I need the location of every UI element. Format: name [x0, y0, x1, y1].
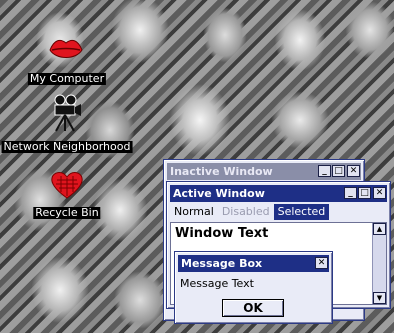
- inactive-window-titlebar[interactable]: Inactive Window _ □ ✕: [167, 163, 361, 180]
- inactive-window-title: Inactive Window: [170, 165, 273, 178]
- vertical-scrollbar[interactable]: ▲ ▼: [372, 223, 386, 304]
- red-lips-icon: [49, 39, 83, 58]
- message-text: Message Text: [180, 277, 254, 290]
- maximize-button[interactable]: □: [332, 165, 345, 177]
- red-heart-icon: [51, 172, 83, 199]
- desktop-icon-label: Network Neighborhood: [1, 140, 133, 153]
- desktop-icon-label: My Computer: [27, 72, 107, 85]
- message-box-title: Message Box: [181, 257, 263, 270]
- message-box-titlebar[interactable]: Message Box ✕: [178, 255, 329, 272]
- active-window-title: Active Window: [173, 187, 265, 200]
- maximize-button[interactable]: □: [358, 187, 371, 199]
- menu-bar: Normal Disabled Selected: [170, 204, 387, 220]
- desktop-icon-label: Recycle Bin: [33, 206, 101, 219]
- minimize-button[interactable]: _: [344, 187, 357, 199]
- menu-item-disabled: Disabled: [221, 205, 270, 218]
- menu-item-selected[interactable]: Selected: [273, 204, 330, 220]
- ok-button[interactable]: OK: [222, 299, 284, 317]
- scroll-up-button[interactable]: ▲: [373, 223, 386, 235]
- close-button[interactable]: ✕: [347, 165, 360, 177]
- message-box[interactable]: Message Box ✕ Message Text OK: [174, 251, 333, 324]
- active-window-titlebar[interactable]: Active Window _ □ ✕: [170, 185, 387, 202]
- film-camera-icon: [54, 94, 81, 132]
- scroll-down-button[interactable]: ▼: [373, 292, 386, 304]
- window-text: Window Text: [175, 226, 269, 241]
- close-button[interactable]: ✕: [315, 257, 328, 269]
- close-button[interactable]: ✕: [373, 187, 386, 199]
- menu-item-normal[interactable]: Normal: [170, 204, 218, 220]
- minimize-button[interactable]: _: [318, 165, 331, 177]
